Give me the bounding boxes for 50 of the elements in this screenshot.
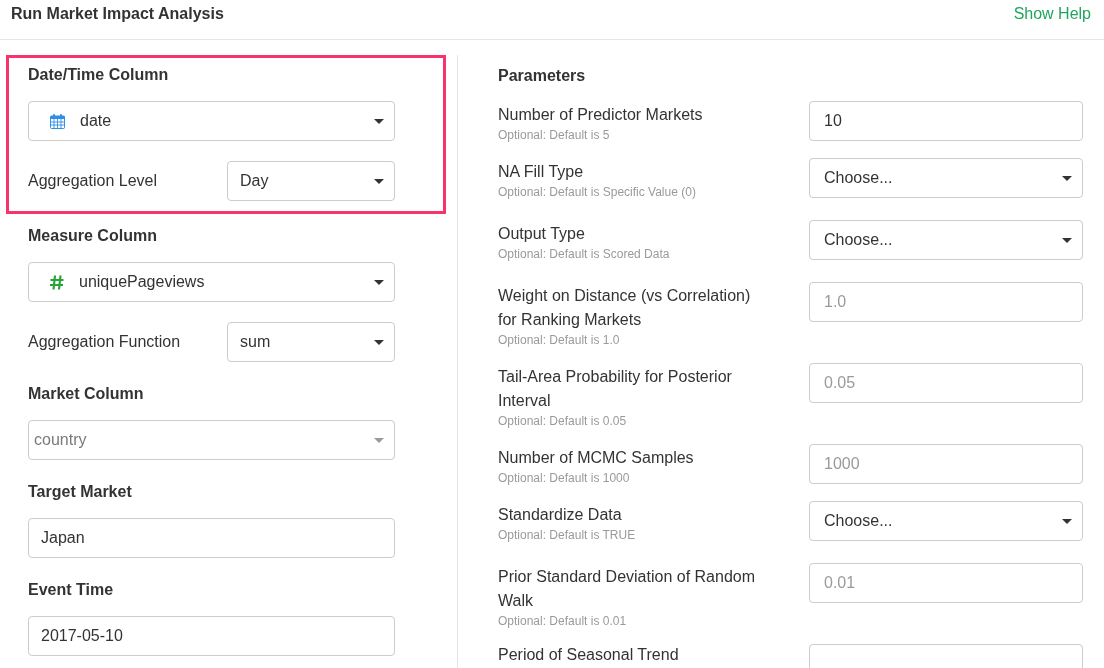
- dropdown[interactable]: Choose...: [809, 220, 1083, 260]
- caret-icon: [374, 118, 384, 124]
- field-label: Aggregation Level: [28, 171, 158, 191]
- parameter-hint: Optional: Default is 1000: [498, 470, 631, 486]
- parameter-label: Period of Seasonal Trend: [498, 646, 680, 664]
- parameter-label: Weight on Distance (vs Correlation) for Ranking Markets: [498, 286, 752, 330]
- parameter-label: Standardize Data: [498, 505, 623, 525]
- dropdown[interactable]: uniquePageviews: [28, 262, 395, 302]
- caret-icon: [1062, 237, 1072, 243]
- parameter-hint: Optional: Default is 1.0: [498, 332, 621, 348]
- field-label: Aggregation Function: [28, 332, 182, 352]
- field-heading: Event Time: [28, 580, 115, 600]
- parameter-label: NA Fill Type: [498, 162, 585, 182]
- section-heading: Parameters: [498, 66, 587, 86]
- caret-icon: [374, 437, 384, 443]
- field-heading: Measure Column: [28, 226, 158, 246]
- page-title: Run Market Impact Analysis: [11, 5, 224, 23]
- parameter-hint: Optional: Default is 0.01: [498, 613, 628, 629]
- text-input[interactable]: 1000: [809, 444, 1083, 484]
- dropdown[interactable]: Choose...: [809, 501, 1083, 541]
- parameter-label: Number of MCMC Samples: [498, 448, 695, 468]
- parameter-hint: Optional: Default is TRUE: [498, 527, 637, 543]
- calendar-icon: [50, 113, 65, 129]
- field-heading: Date/Time Column: [28, 65, 170, 85]
- hash-icon: [50, 274, 64, 290]
- dropdown[interactable]: Day: [227, 161, 395, 201]
- parameter-label: Tail-Area Probability for Posterior Interval: [498, 367, 733, 411]
- parameter-label: Output Type: [498, 224, 586, 244]
- parameter-hint: Optional: Default is Scored Data: [498, 246, 671, 262]
- text-input[interactable]: 0.01: [809, 563, 1083, 603]
- parameter-label: Prior Standard Deviation of Random Walk: [498, 567, 757, 611]
- text-input[interactable]: 2017-05-10: [28, 616, 395, 656]
- dropdown[interactable]: Choose...: [809, 158, 1083, 198]
- caret-icon: [1062, 518, 1072, 524]
- text-input[interactable]: Japan: [28, 518, 395, 558]
- parameter-label: Number of Predictor Markets: [498, 105, 704, 125]
- text-input[interactable]: 10: [809, 101, 1083, 141]
- dropdown[interactable]: date: [28, 101, 395, 141]
- field-heading: Market Column: [28, 384, 145, 404]
- dropdown[interactable]: sum: [227, 322, 395, 362]
- parameter-hint: Optional: Default is 0.05: [498, 413, 628, 429]
- caret-icon: [374, 339, 384, 345]
- caret-icon: [1062, 175, 1072, 181]
- caret-icon: [374, 279, 384, 285]
- caret-icon: [374, 178, 384, 184]
- text-input[interactable]: 1.0: [809, 282, 1083, 322]
- parameter-hint: Optional: Default is Specific Value (0): [498, 184, 697, 200]
- text-input[interactable]: 0.05: [809, 363, 1083, 403]
- parameter-hint: Optional: Default is 5: [498, 127, 611, 143]
- field-heading: Target Market: [28, 482, 133, 502]
